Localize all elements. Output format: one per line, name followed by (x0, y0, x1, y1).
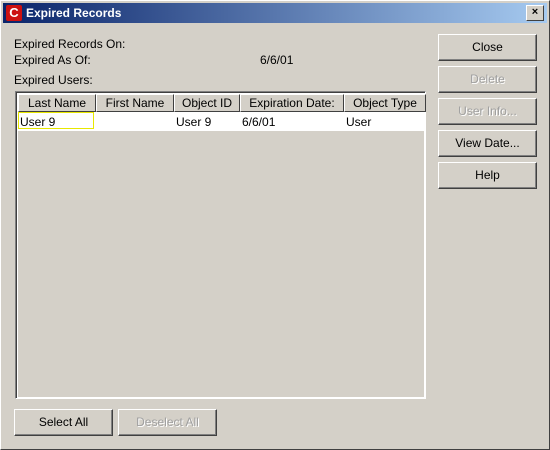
app-c-icon: C (6, 5, 22, 21)
column-header-object-type[interactable]: Object Type (344, 94, 426, 112)
expired-records-dialog: C Expired Records × Expired Records On: … (0, 0, 550, 450)
table-row-cell-object-type[interactable]: User (346, 114, 371, 130)
expired-as-of-label: Expired As Of: (14, 53, 91, 67)
expired-as-of-value: 6/6/01 (260, 53, 294, 67)
title-bar: C Expired Records × (3, 3, 547, 23)
help-button[interactable]: Help (438, 162, 537, 189)
expired-records-on-label: Expired Records On: (14, 37, 126, 51)
view-date-button[interactable]: View Date... (438, 130, 537, 157)
expired-users-table[interactable]: Last Name First Name Object ID Expiratio… (15, 91, 426, 399)
table-row-cell-last-name[interactable]: User 9 (20, 114, 55, 130)
expired-users-label: Expired Users: (14, 73, 93, 87)
column-header-last-name[interactable]: Last Name (18, 94, 96, 112)
close-button[interactable]: Close (438, 34, 537, 61)
deselect-all-button[interactable]: Deselect All (118, 409, 217, 436)
close-window-button[interactable]: × (526, 5, 544, 21)
table-row-cell-expiration-date[interactable]: 6/6/01 (242, 114, 275, 130)
delete-button[interactable]: Delete (438, 66, 537, 93)
column-header-first-name[interactable]: First Name (96, 94, 174, 112)
user-info-button[interactable]: User Info... (438, 98, 537, 125)
table-empty-area (18, 131, 424, 397)
select-all-button[interactable]: Select All (14, 409, 113, 436)
window-title: Expired Records (26, 6, 122, 20)
table-row-cell-object-id[interactable]: User 9 (176, 114, 211, 130)
column-header-object-id[interactable]: Object ID (174, 94, 240, 112)
column-header-expiration-date[interactable]: Expiration Date: (240, 94, 344, 112)
